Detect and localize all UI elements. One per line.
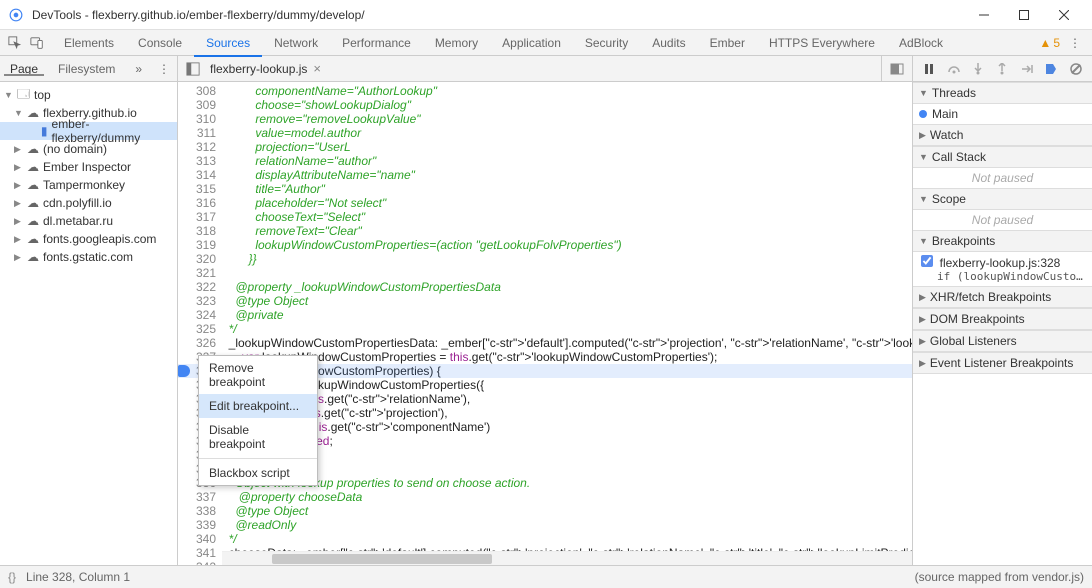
debugger-pause-icon[interactable]	[921, 60, 937, 78]
debugger-step-into-icon[interactable]	[970, 60, 986, 78]
thread-active-icon	[919, 110, 927, 118]
devtools-toolbar: ElementsConsoleSourcesNetworkPerformance…	[0, 30, 1092, 56]
debugger-pause-exceptions-icon[interactable]	[1068, 60, 1084, 78]
file-navigator[interactable]: ▼🗔 top▼☁ flexberry.github.io▮ ember-flex…	[0, 82, 178, 565]
open-file-name: flexberry-lookup.js	[210, 62, 307, 76]
toolbar-tab-performance[interactable]: Performance	[330, 30, 423, 56]
code-content[interactable]: componentName="AuthorLookup" choose="sho…	[222, 82, 912, 551]
tree-item[interactable]: ▮ ember-flexberry/dummy	[0, 122, 177, 140]
toolbar-tab-https-everywhere[interactable]: HTTPS Everywhere	[757, 30, 887, 56]
main-area: ▼🗔 top▼☁ flexberry.github.io▮ ember-flex…	[0, 82, 1092, 565]
tree-item[interactable]: ▶☁ cdn.polyfill.io	[0, 194, 177, 212]
breakpoint-marker[interactable]	[178, 365, 190, 377]
toolbar-tab-application[interactable]: Application	[490, 30, 573, 56]
global-listeners-header[interactable]: ▶Global Listeners	[913, 330, 1092, 352]
toolbar-tab-adblock[interactable]: AdBlock	[887, 30, 955, 56]
ctxmenu-item[interactable]: Remove breakpoint	[199, 356, 317, 394]
dom-breakpoints-header[interactable]: ▶DOM Breakpoints	[913, 308, 1092, 330]
breakpoint-checkbox[interactable]	[921, 255, 933, 267]
breakpoints-header[interactable]: ▼Breakpoints	[913, 230, 1092, 252]
inspect-element-icon[interactable]	[6, 34, 24, 52]
navigator-menu-icon[interactable]: ⋮	[155, 60, 173, 78]
ctxmenu-item[interactable]: Disable breakpoint	[199, 418, 317, 456]
thread-main[interactable]: Main	[913, 104, 1092, 124]
editor-horizontal-scrollbar[interactable]	[222, 551, 912, 565]
navigator-tab-filesystem[interactable]: Filesystem	[48, 62, 125, 76]
device-toolbar-icon[interactable]	[28, 34, 46, 52]
debugger-step-out-icon[interactable]	[994, 60, 1010, 78]
tree-item[interactable]: ▶☁ fonts.gstatic.com	[0, 248, 177, 266]
window-minimize-button[interactable]	[964, 1, 1004, 29]
window-close-button[interactable]	[1044, 1, 1084, 29]
tree-item[interactable]: ▶☁ Ember Inspector	[0, 158, 177, 176]
callstack-header[interactable]: ▼Call Stack	[913, 146, 1092, 168]
devtools-icon	[8, 7, 24, 23]
settings-kebab-icon[interactable]: ⋮	[1066, 34, 1084, 52]
scope-header[interactable]: ▼Scope	[913, 188, 1092, 210]
breakpoint-item[interactable]: flexberry-lookup.js:328	[919, 255, 1086, 270]
line-gutter[interactable]: 3083093103113123133143153163173183193203…	[178, 82, 222, 565]
navigator-overflow-icon[interactable]: »	[125, 62, 152, 76]
ctxmenu-item[interactable]: Edit breakpoint...	[199, 394, 317, 418]
open-file-tab[interactable]: flexberry-lookup.js ×	[202, 56, 329, 82]
debugger-step-icon[interactable]	[1019, 60, 1035, 78]
breakpoint-condition: if (lookupWindowCustomProperti…	[919, 270, 1086, 283]
toolbar-tab-security[interactable]: Security	[573, 30, 640, 56]
sources-subtoolbar: Page Filesystem » ⋮ flexberry-lookup.js …	[0, 56, 1092, 82]
breakpoint-context-menu: Remove breakpointEdit breakpoint...Disab…	[198, 355, 318, 486]
toolbar-tab-network[interactable]: Network	[262, 30, 330, 56]
tree-item[interactable]: ▼🗔 top	[0, 86, 177, 104]
scrollbar-thumb[interactable]	[272, 554, 492, 564]
navigator-tab-page[interactable]: Page	[0, 62, 48, 76]
debugger-panel: ▼Threads Main ▶Watch ▼Call Stack Not pau…	[912, 82, 1092, 565]
toolbar-tab-elements[interactable]: Elements	[52, 30, 126, 56]
close-file-icon[interactable]: ×	[313, 61, 321, 76]
tree-item[interactable]: ▶☁ Tampermonkey	[0, 176, 177, 194]
code-editor[interactable]: 3083093103113123133143153163173183193203…	[178, 82, 912, 565]
toolbar-tab-console[interactable]: Console	[126, 30, 194, 56]
source-map-info: (source mapped from vendor.js)	[915, 570, 1084, 584]
cursor-position: Line 328, Column 1	[26, 570, 130, 584]
toolbar-tab-memory[interactable]: Memory	[423, 30, 490, 56]
toolbar-tab-sources[interactable]: Sources	[194, 30, 262, 56]
status-bar: {} Line 328, Column 1 (source mapped fro…	[0, 565, 1092, 588]
event-listener-breakpoints-header[interactable]: ▶Event Listener Breakpoints	[913, 352, 1092, 374]
file-history-icon[interactable]	[888, 60, 906, 78]
breakpoints-list: flexberry-lookup.js:328 if (lookupWindow…	[913, 252, 1092, 286]
ctxmenu-item[interactable]: Blackbox script	[199, 461, 317, 485]
threads-header[interactable]: ▼Threads	[913, 82, 1092, 104]
xhr-breakpoints-header[interactable]: ▶XHR/fetch Breakpoints	[913, 286, 1092, 308]
debugger-deactivate-breakpoints-icon[interactable]	[1043, 60, 1059, 78]
file-dock-icon[interactable]	[184, 60, 202, 78]
warnings-badge[interactable]: ▲ 5	[1039, 36, 1060, 50]
toolbar-tab-ember[interactable]: Ember	[698, 30, 757, 56]
callstack-empty: Not paused	[913, 168, 1092, 188]
window-title: DevTools - flexberry.github.io/ember-fle…	[32, 8, 964, 22]
toolbar-tab-audits[interactable]: Audits	[640, 30, 697, 56]
braces-icon[interactable]: {}	[8, 570, 16, 584]
debugger-step-over-icon[interactable]	[945, 60, 961, 78]
window-titlebar: DevTools - flexberry.github.io/ember-fle…	[0, 0, 1092, 30]
warnings-count: 5	[1053, 36, 1060, 50]
tree-item[interactable]: ▶☁ dl.metabar.ru	[0, 212, 177, 230]
watch-header[interactable]: ▶Watch	[913, 124, 1092, 146]
tree-item[interactable]: ▶☁ fonts.googleapis.com	[0, 230, 177, 248]
scope-empty: Not paused	[913, 210, 1092, 230]
window-maximize-button[interactable]	[1004, 1, 1044, 29]
